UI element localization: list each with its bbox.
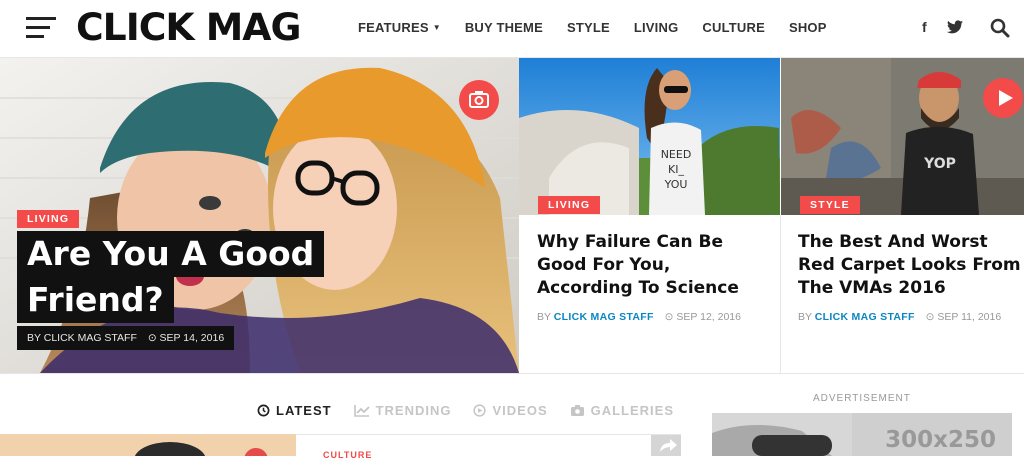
hero-title-line1: Are You A Good — [17, 231, 325, 277]
nav-item-features[interactable]: FEATURES ▼ — [358, 20, 441, 35]
nav-item-culture[interactable]: CULTURE — [702, 20, 765, 35]
tab-trending[interactable]: TRENDING — [353, 403, 452, 418]
hero-article[interactable]: LIVING Are You A Good Friend? BY CLICK M… — [0, 58, 519, 373]
tab-latest[interactable]: LATEST — [257, 403, 332, 418]
tab-galleries[interactable]: GALLERIES — [570, 403, 674, 418]
twitter-icon[interactable] — [947, 20, 963, 37]
author-link[interactable]: CLICK MAG STAFF — [815, 311, 915, 323]
list-thumbnail[interactable] — [0, 434, 296, 456]
play-circle-icon — [473, 404, 487, 417]
card-meta: BY CLICK MAG STAFF ⊙ SEP 11, 2016 — [798, 311, 1001, 323]
facebook-icon[interactable]: f — [922, 19, 927, 35]
menu-icon[interactable] — [26, 17, 56, 39]
by-label: BY — [537, 311, 551, 323]
section-divider — [0, 373, 1024, 374]
clock-icon: ⊙ — [664, 311, 674, 323]
clock-icon: ⊙ — [925, 311, 935, 323]
hero-date: SEP 14, 2016 — [159, 332, 225, 344]
clock-icon: ⊙ — [147, 332, 157, 344]
author-link[interactable]: CLICK MAG STAFF — [554, 311, 654, 323]
nav-item-shop[interactable]: SHOP — [789, 20, 827, 35]
list-divider — [296, 434, 681, 435]
ad-banner[interactable]: 300x250 — [712, 413, 1012, 456]
clock-icon — [257, 404, 270, 417]
svg-text:YOU: YOU — [664, 178, 688, 191]
search-icon[interactable] — [990, 18, 1010, 38]
hero-title-line2: Friend? — [17, 277, 174, 323]
tab-label: VIDEOS — [492, 403, 548, 418]
hero-meta: BY CLICK MAG STAFF ⊙ SEP 14, 2016 — [17, 326, 235, 350]
camera-icon — [570, 405, 584, 416]
feature-card[interactable]: NEED KI_ YOU LIVING Why Failure Can Be G… — [519, 58, 780, 373]
by-label: BY — [798, 311, 812, 323]
category-badge[interactable]: STYLE — [800, 196, 860, 214]
ad-size-label: 300x250 — [885, 427, 996, 453]
card-title[interactable]: Why Failure Can Be Good For You, Accordi… — [537, 231, 767, 300]
card-image: NEED KI_ YOU — [519, 58, 780, 215]
tab-label: TRENDING — [375, 403, 452, 418]
card-date: SEP 11, 2016 — [937, 311, 1002, 323]
ad-label: ADVERTISEMENT — [813, 393, 911, 404]
list-category[interactable]: CULTURE — [323, 450, 372, 460]
card-date: SEP 12, 2016 — [676, 311, 741, 323]
svg-text:KI_: KI_ — [668, 163, 684, 176]
hero-title[interactable]: Are You A Good Friend? — [17, 231, 357, 323]
chevron-down-icon: ▼ — [432, 23, 441, 32]
main-nav: FEATURES ▼ BUY THEME STYLE LIVING CULTURE… — [358, 20, 851, 35]
nav-label: FEATURES — [358, 20, 429, 35]
card-meta: BY CLICK MAG STAFF ⊙ SEP 12, 2016 — [537, 311, 741, 323]
svg-text:NEED: NEED — [661, 148, 692, 161]
share-icon[interactable] — [651, 435, 681, 456]
category-badge[interactable]: LIVING — [538, 196, 601, 214]
svg-text:YOP: YOP — [923, 156, 956, 172]
tab-label: LATEST — [276, 403, 332, 418]
card-title[interactable]: The Best And Worst Red Carpet Looks From… — [798, 231, 1024, 300]
nav-item-style[interactable]: STYLE — [567, 20, 610, 35]
tab-videos[interactable]: VIDEOS — [473, 403, 547, 418]
tab-label: GALLERIES — [590, 403, 675, 418]
feature-card[interactable]: YOP STYLE The Best And Worst Red Carpet … — [781, 58, 1024, 373]
content-tabs: LATEST TRENDING VIDEOS GALLERIES — [257, 403, 696, 418]
hero-author: BY CLICK MAG STAFF — [27, 332, 137, 344]
site-header: CLICK MAG FEATURES ▼ BUY THEME STYLE LIVI… — [0, 0, 1024, 58]
play-icon[interactable] — [983, 78, 1023, 118]
nav-item-living[interactable]: LIVING — [634, 20, 679, 35]
trending-icon — [353, 405, 370, 417]
site-logo[interactable]: CLICK MAG — [76, 6, 301, 50]
nav-item-buy-theme[interactable]: BUY THEME — [465, 20, 543, 35]
category-badge[interactable]: LIVING — [17, 210, 80, 228]
camera-icon[interactable] — [459, 80, 499, 120]
